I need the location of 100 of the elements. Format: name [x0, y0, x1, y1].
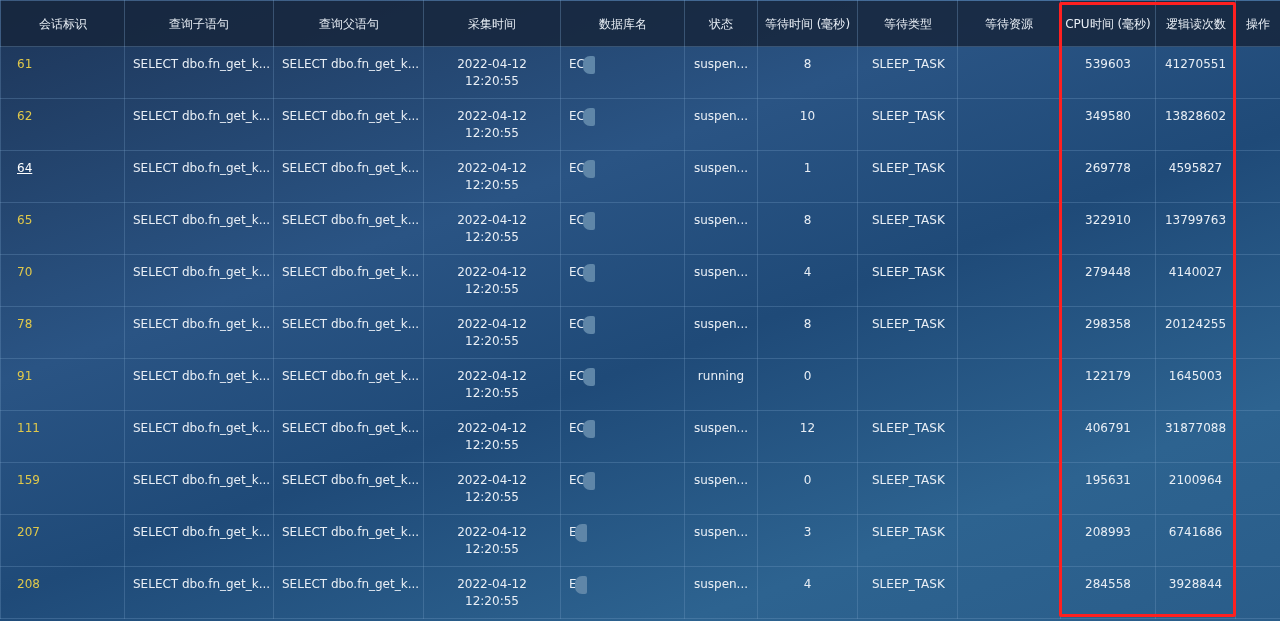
session-id-link[interactable]: 159 [17, 472, 40, 489]
table-cell: 2022-04-12 12:20:55 [457, 212, 527, 246]
column-header: 查询子语句 [169, 15, 229, 33]
table-cell: 122179 [1085, 368, 1131, 385]
column-header: 操作 [1246, 15, 1270, 33]
table-cell: SELECT dbo.fn_get_k... [133, 56, 271, 73]
table-cell: SELECT dbo.fn_get_k... [282, 212, 420, 229]
table-cell: SLEEP_TASK [872, 472, 945, 489]
table-cell: SELECT dbo.fn_get_k... [133, 576, 271, 593]
redaction-mark [582, 212, 595, 230]
table-cell: EC [569, 160, 585, 177]
table-cell: E [569, 524, 577, 541]
table-cell: EC [569, 108, 585, 125]
table-cell: SELECT dbo.fn_get_k... [282, 420, 420, 437]
table-cell: SELECT dbo.fn_get_k... [282, 108, 420, 125]
table-cell: suspen... [693, 264, 749, 281]
redaction-mark [582, 264, 595, 282]
table-cell: SLEEP_TASK [872, 524, 945, 541]
table-cell: SELECT dbo.fn_get_k... [282, 56, 420, 73]
table-cell: 2022-04-12 12:20:55 [457, 56, 527, 90]
table-cell: EC [569, 472, 585, 489]
table-cell: running [697, 368, 745, 385]
session-id-link[interactable]: 78 [17, 316, 33, 333]
session-id-link[interactable]: 111 [17, 420, 40, 437]
table-cell: 2022-04-12 12:20:55 [457, 368, 527, 402]
table-cell: 2022-04-12 12:20:55 [457, 524, 527, 558]
table-cell: 2022-04-12 12:20:55 [457, 108, 527, 142]
column-header: 会话标识 [38, 15, 87, 33]
redaction-mark [582, 368, 595, 386]
table-cell: EC [569, 420, 585, 437]
redaction-mark [574, 576, 587, 594]
table-cell: suspen... [693, 160, 749, 177]
table-cell: 4 [803, 264, 812, 281]
session-id-link[interactable]: 61 [17, 56, 33, 73]
session-id-link[interactable]: 62 [17, 108, 33, 125]
table-cell: SELECT dbo.fn_get_k... [282, 524, 420, 541]
table-cell: 3 [803, 524, 812, 541]
column-header: 等待时间 (毫秒) [764, 15, 851, 33]
table-cell: 539603 [1085, 56, 1131, 73]
table-cell: 13828602 [1164, 108, 1227, 125]
table-cell: 298358 [1085, 316, 1131, 333]
session-id-link[interactable]: 70 [17, 264, 33, 281]
redaction-mark [582, 108, 595, 126]
table-cell: SLEEP_TASK [872, 160, 945, 177]
table-cell: 13799763 [1164, 212, 1227, 229]
table-cell: 2022-04-12 12:20:55 [457, 160, 527, 194]
table-cell: 2022-04-12 12:20:55 [457, 264, 527, 298]
table-cell: SELECT dbo.fn_get_k... [133, 264, 271, 281]
table-cell: SELECT dbo.fn_get_k... [133, 368, 271, 385]
redaction-mark [582, 472, 595, 490]
table-cell: 208993 [1085, 524, 1131, 541]
table-cell: suspen... [693, 108, 749, 125]
redaction-mark [574, 524, 587, 542]
session-id-link[interactable]: 207 [17, 524, 40, 541]
session-id-link[interactable]: 208 [17, 576, 40, 593]
column-header: 查询父语句 [318, 15, 379, 33]
table-cell: SLEEP_TASK [872, 576, 945, 593]
table-cell: suspen... [693, 576, 749, 593]
table-cell: EC [569, 212, 585, 229]
table-cell: 349580 [1085, 108, 1131, 125]
session-id-link[interactable]: 91 [17, 368, 33, 385]
table-cell: EC [569, 264, 585, 281]
table-cell: 4140027 [1168, 264, 1223, 281]
table-cell: 279448 [1085, 264, 1131, 281]
table-cell: SELECT dbo.fn_get_k... [282, 316, 420, 333]
table-cell: E [569, 576, 577, 593]
table-cell: SLEEP_TASK [872, 108, 945, 125]
table-cell: 284558 [1085, 576, 1131, 593]
column-header: CPU时间 (毫秒) [1065, 15, 1151, 33]
table-cell: suspen... [693, 420, 749, 437]
table-cell: SELECT dbo.fn_get_k... [133, 108, 271, 125]
table-cell: SELECT dbo.fn_get_k... [282, 472, 420, 489]
table-cell: SELECT dbo.fn_get_k... [133, 420, 271, 437]
session-id-link[interactable]: 65 [17, 212, 33, 229]
table-cell: SLEEP_TASK [872, 264, 945, 281]
table-cell: 31877088 [1164, 420, 1227, 437]
table-cell: 8 [803, 212, 812, 229]
table-cell: suspen... [693, 56, 749, 73]
table-cell: SELECT dbo.fn_get_k... [133, 160, 271, 177]
table-cell: 2022-04-12 12:20:55 [457, 576, 527, 610]
table-cell: suspen... [693, 472, 749, 489]
table-cell: SELECT dbo.fn_get_k... [282, 576, 420, 593]
table-cell: 12 [799, 420, 816, 437]
table-cell: suspen... [693, 212, 749, 229]
redaction-mark [582, 160, 595, 178]
table-cell: SELECT dbo.fn_get_k... [133, 524, 271, 541]
column-header: 逻辑读次数 [1165, 15, 1226, 33]
table-cell: SELECT dbo.fn_get_k... [133, 212, 271, 229]
table-cell: EC [569, 368, 585, 385]
table-cell: 2022-04-12 12:20:55 [457, 316, 527, 350]
session-id-link[interactable]: 64 [17, 160, 33, 177]
column-header: 数据库名 [598, 15, 647, 33]
table-cell: 6741686 [1168, 524, 1223, 541]
table-cell: 1645003 [1168, 368, 1223, 385]
table-cell: 2022-04-12 12:20:55 [457, 420, 527, 454]
table-cell: SLEEP_TASK [872, 316, 945, 333]
table-cell: EC [569, 56, 585, 73]
table-cell: 2022-04-12 12:20:55 [457, 472, 527, 506]
table-cell: 322910 [1085, 212, 1131, 229]
table-cell: SELECT dbo.fn_get_k... [282, 160, 420, 177]
